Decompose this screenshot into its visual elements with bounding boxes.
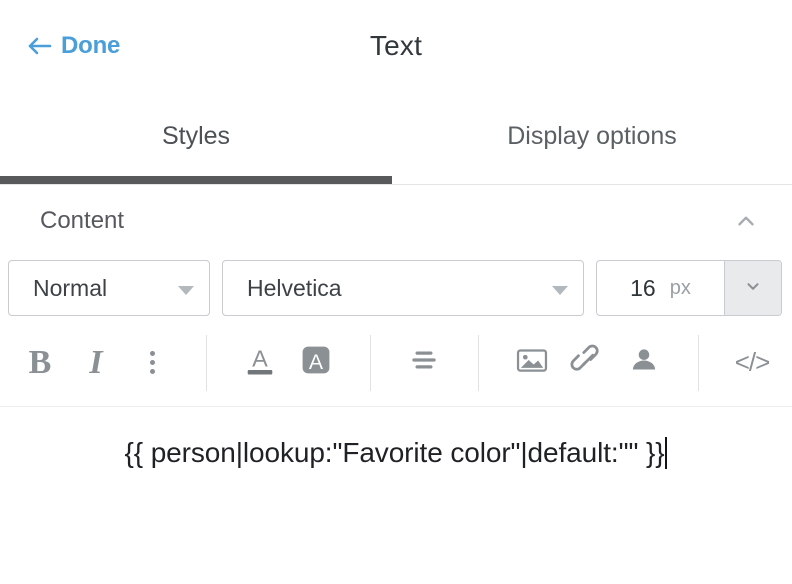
toolbar-divider	[698, 335, 699, 391]
insert-link-icon	[570, 342, 606, 383]
highlight-color-icon: A	[297, 341, 335, 384]
toolbar-divider	[370, 335, 371, 391]
code-view-icon: </>	[735, 347, 770, 378]
highlight-color-button[interactable]: A	[288, 335, 344, 391]
code-view-button[interactable]: </>	[724, 335, 780, 391]
text-cursor	[665, 437, 667, 469]
active-tab-indicator	[0, 176, 392, 184]
svg-text:A: A	[309, 351, 324, 374]
font-size-input[interactable]: 16 px	[597, 261, 724, 315]
more-options-button[interactable]	[124, 335, 180, 391]
font-size-unit: px	[670, 277, 691, 300]
font-family-select[interactable]: Helvetica	[222, 260, 584, 316]
format-toolbar: B I A A	[0, 319, 792, 407]
editor-content: {{ person|lookup:"Favorite color"|defaul…	[125, 437, 665, 469]
italic-button[interactable]: I	[68, 335, 124, 391]
font-size-value: 16	[630, 275, 656, 302]
text-align-icon	[406, 342, 442, 383]
chevron-down-icon	[177, 283, 195, 294]
paragraph-style-value: Normal	[33, 275, 177, 302]
insert-person-icon	[626, 342, 662, 383]
font-family-value: Helvetica	[247, 275, 551, 302]
font-size-dropdown-button[interactable]	[724, 261, 781, 315]
tab-display-options[interactable]: Display options	[392, 100, 792, 184]
bold-icon: B	[29, 344, 52, 382]
chevron-up-icon[interactable]	[726, 201, 766, 241]
insert-person-button[interactable]	[616, 335, 672, 391]
app-header: Done Text	[0, 0, 792, 100]
paragraph-style-select[interactable]: Normal	[8, 260, 210, 316]
italic-icon: I	[89, 344, 102, 382]
tab-styles[interactable]: Styles	[0, 100, 392, 184]
rich-text-editor[interactable]: {{ person|lookup:"Favorite color"|defaul…	[0, 407, 792, 499]
insert-image-icon	[513, 341, 551, 384]
content-section-title: Content	[40, 207, 726, 235]
text-color-icon: A	[241, 341, 279, 384]
svg-text:A: A	[252, 346, 268, 372]
toolbar-divider	[478, 335, 479, 391]
font-size-control: 16 px	[596, 260, 782, 316]
tab-bar: Styles Display options	[0, 100, 792, 185]
insert-image-button[interactable]	[504, 335, 560, 391]
toolbar-divider	[206, 335, 207, 391]
page-title: Text	[0, 30, 792, 62]
insert-link-button[interactable]	[560, 335, 616, 391]
chevron-down-icon	[551, 283, 569, 294]
text-color-button[interactable]: A	[232, 335, 288, 391]
chevron-down-icon	[742, 275, 764, 302]
tab-styles-label: Styles	[162, 122, 230, 151]
more-options-icon	[150, 351, 155, 374]
tab-display-options-label: Display options	[507, 122, 677, 151]
content-section-header[interactable]: Content	[0, 185, 792, 257]
bold-button[interactable]: B	[12, 335, 68, 391]
text-align-button[interactable]	[396, 335, 452, 391]
text-controls-row: Normal Helvetica 16 px	[0, 257, 792, 319]
